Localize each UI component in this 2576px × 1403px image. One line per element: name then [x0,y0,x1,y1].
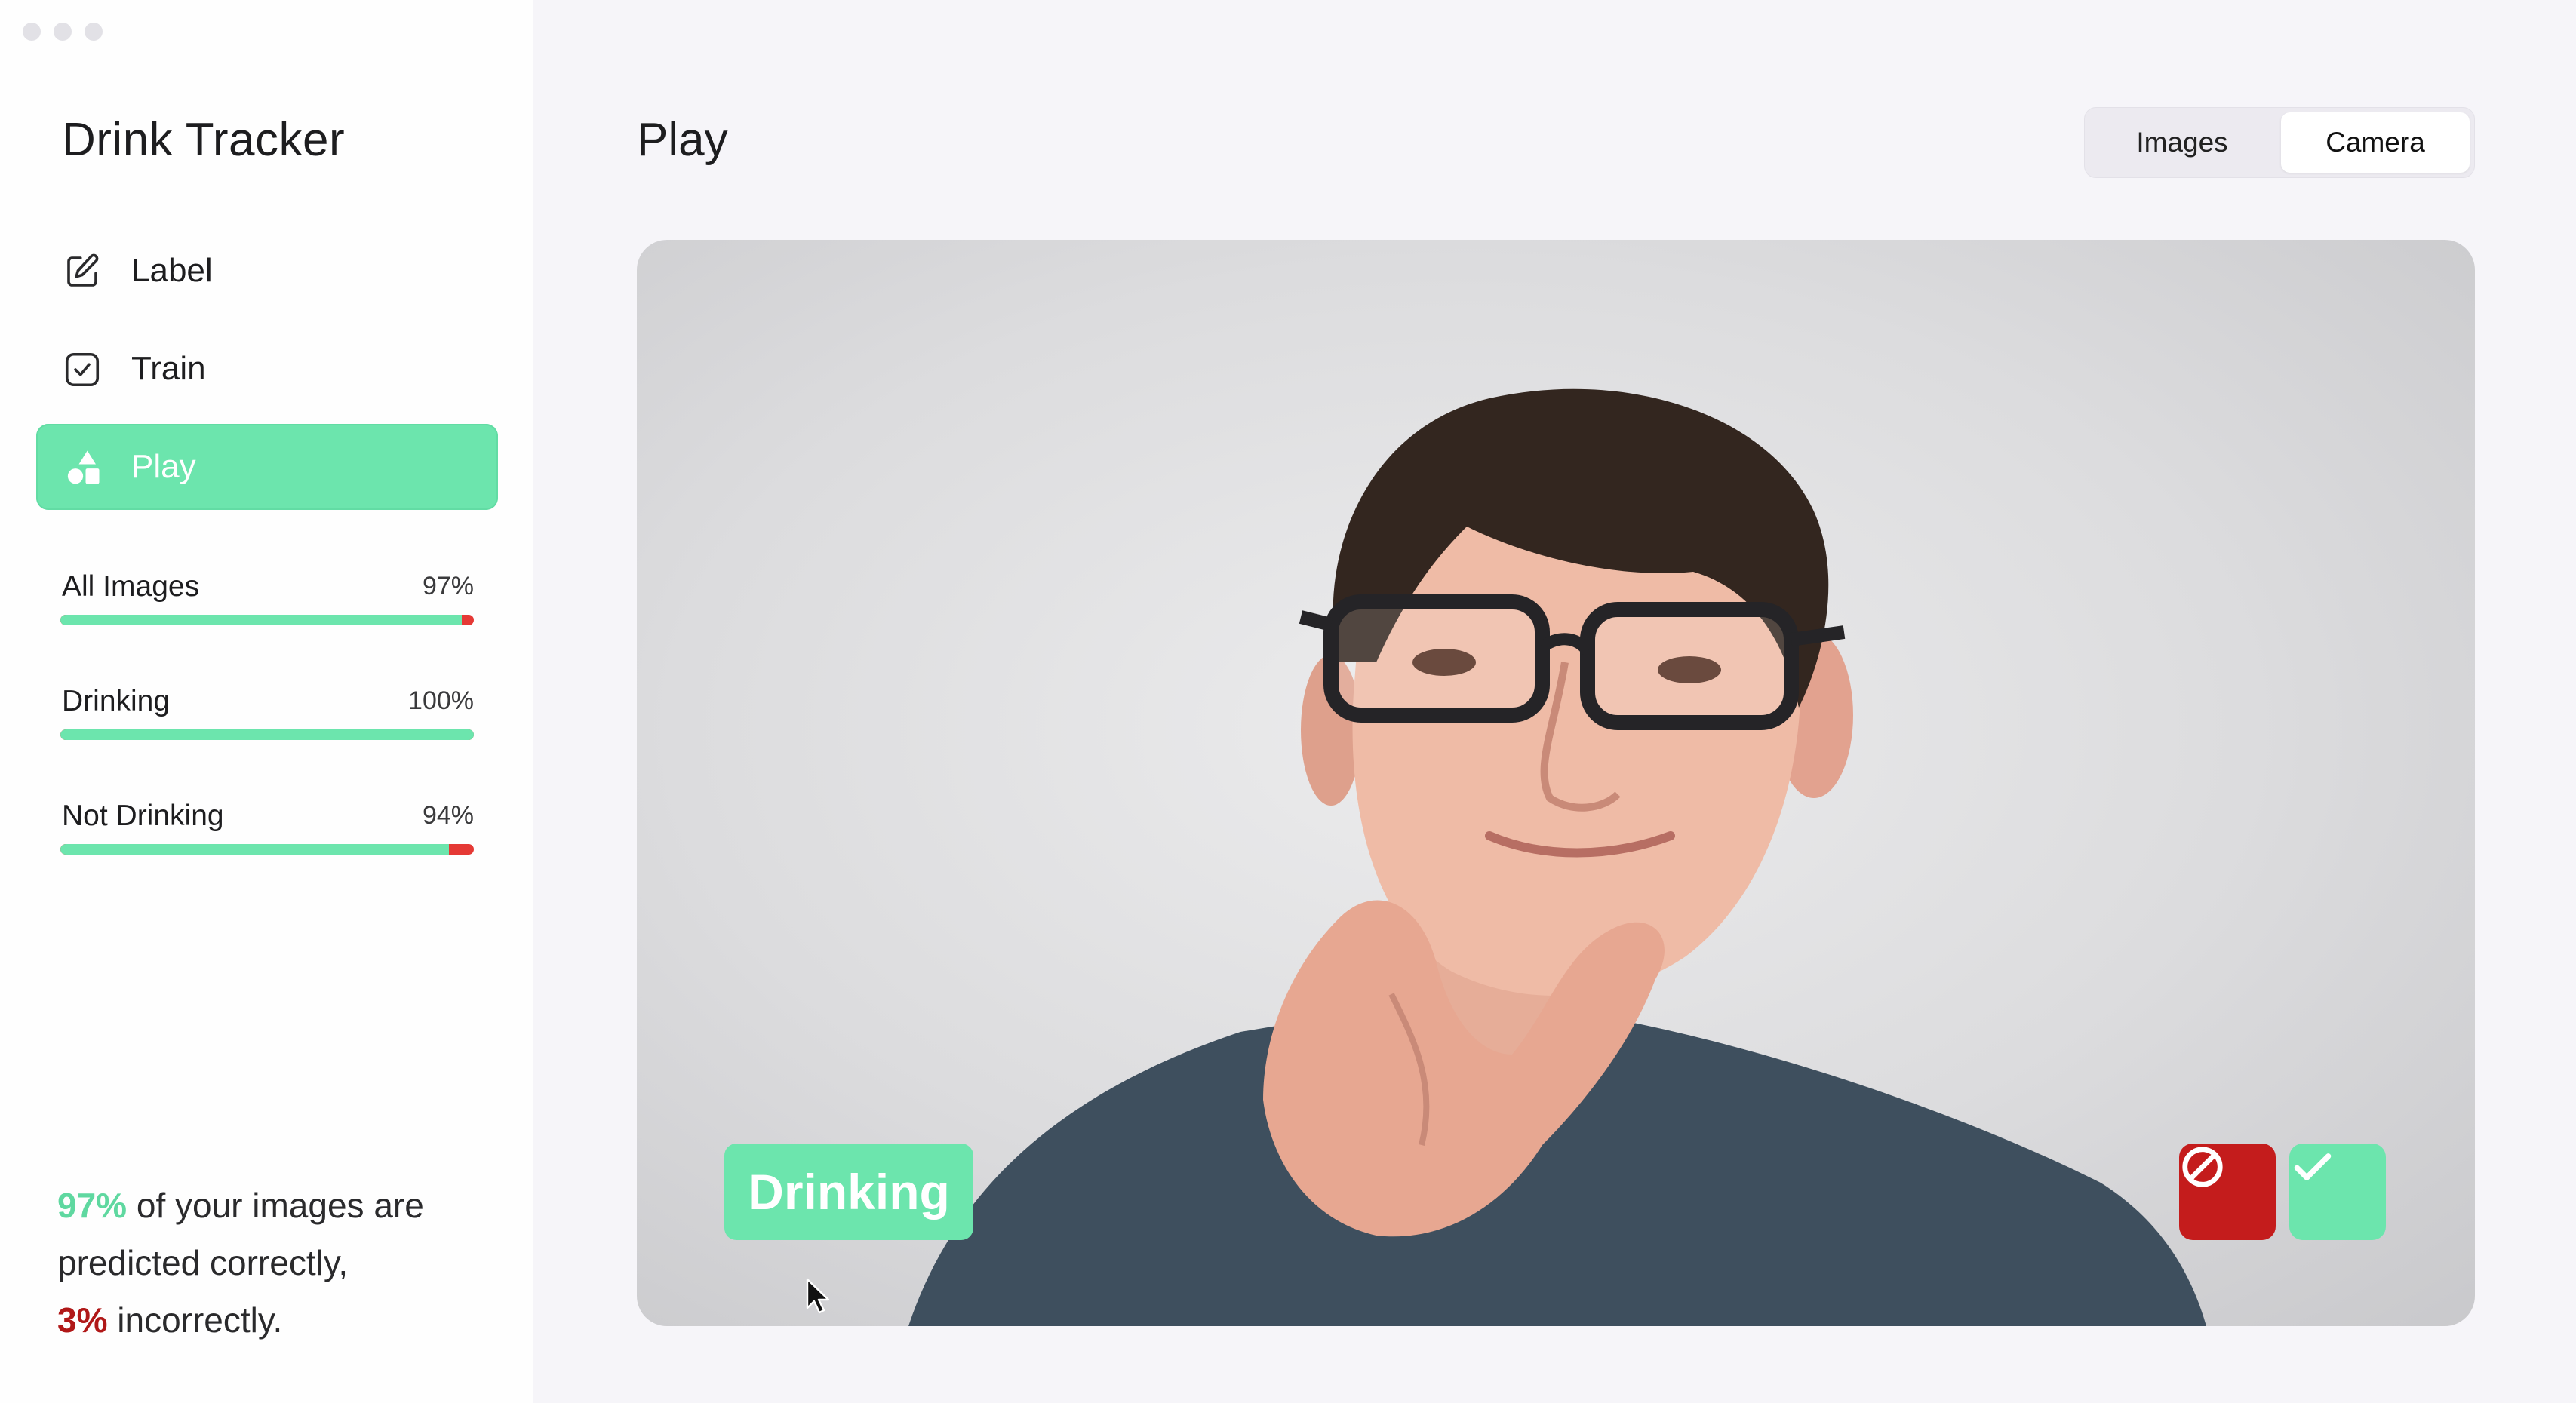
shapes-icon [67,450,100,484]
stat-name: Not Drinking [62,800,224,832]
accuracy-bar-fill [60,844,450,855]
accuracy-bar [60,729,474,740]
prediction-label: Drinking [724,1144,973,1240]
app-title: Drink Tracker [62,114,346,166]
incorrect-text: incorrectly. [107,1300,283,1340]
correct-percent: 97% [57,1186,128,1225]
stat-percent: 97% [422,572,474,600]
accuracy-bar [60,615,474,625]
sidebar-item-label-text: Label [131,252,213,289]
sidebar-item-train-text: Train [131,350,206,387]
window-controls [23,23,103,41]
check-square-icon [65,352,100,387]
window-close-button[interactable] [23,23,41,41]
sidebar-item-label[interactable]: Label [36,228,498,314]
accuracy-bar-fill [60,615,462,625]
stat-name: All Images [62,570,200,603]
window-zoom-button[interactable] [85,23,103,41]
tab-images[interactable]: Images [2089,112,2275,173]
sidebar-item-play[interactable]: Play [36,424,498,510]
mouse-cursor-icon [806,1278,830,1314]
sidebar-item-train[interactable]: Train [36,326,498,412]
incorrect-percent: 3% [57,1300,108,1340]
mark-incorrect-button[interactable] [2179,1144,2276,1240]
tab-camera[interactable]: Camera [2281,112,2470,173]
prohibit-icon [2182,1147,2223,1187]
checkmark-icon [2294,1153,2332,1180]
pencil-square-icon [67,253,99,287]
mode-segmented-control: Images Camera [2084,107,2475,178]
accuracy-bar-fill [60,729,474,740]
stat-name: Drinking [62,685,171,717]
camera-preview: Drinking [637,240,2475,1326]
accuracy-bar [60,844,474,855]
sidebar-item-play-text: Play [131,448,196,485]
page-title: Play [637,114,728,166]
mark-correct-button[interactable] [2289,1144,2386,1240]
stat-percent: 100% [408,686,474,715]
sidebar: Drink Tracker Label Train Play All Image… [0,0,533,1403]
window-minimize-button[interactable] [54,23,72,41]
stat-percent: 94% [422,801,474,830]
accuracy-summary: 97% of your images are predicted correct… [57,1177,510,1349]
